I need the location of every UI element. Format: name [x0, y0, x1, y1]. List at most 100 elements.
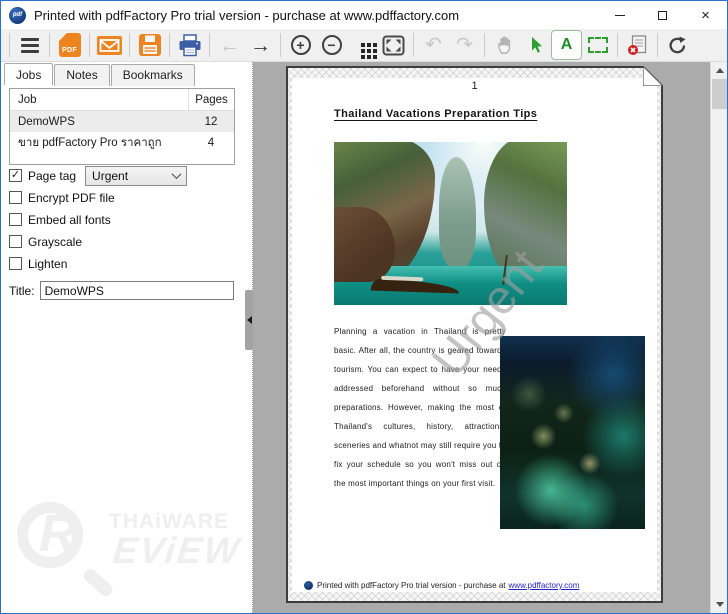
region-select-button[interactable] [582, 30, 613, 60]
zoom-out-button[interactable]: − [316, 30, 347, 60]
option-encrypt[interactable]: Encrypt PDF file [9, 190, 239, 205]
close-button[interactable]: × [684, 1, 727, 29]
option-embed-fonts[interactable]: Embed all fonts [9, 212, 239, 227]
redo-button[interactable]: ↷ [449, 30, 480, 60]
option-lighten[interactable]: Lighten [9, 256, 239, 271]
menu-button[interactable] [14, 30, 45, 60]
grayscale-checkbox[interactable] [9, 235, 22, 248]
footer-link[interactable]: www.pdffactory.com [509, 581, 580, 590]
dropdown-value: Urgent [92, 169, 173, 183]
toolbar-separator [209, 33, 210, 57]
option-page-tag[interactable]: ✓ Page tag Urgent [9, 168, 239, 183]
tab-jobs[interactable]: Jobs [4, 63, 53, 85]
splitter[interactable] [245, 62, 253, 613]
scroll-down-button[interactable] [711, 596, 728, 613]
save-button[interactable] [134, 30, 165, 60]
pdffactory-logo-icon [304, 581, 313, 590]
scrollbar-thumb[interactable] [712, 79, 727, 109]
title-field-row: Title: [9, 281, 234, 300]
toolbar-separator [169, 33, 170, 57]
refresh-button[interactable] [662, 30, 693, 60]
pdffactory-logo-icon: pdf [9, 7, 26, 24]
check-icon: ✓ [11, 170, 20, 181]
text-tool-icon: A [561, 37, 573, 53]
delete-page-button[interactable] [622, 30, 653, 60]
region-select-icon [588, 37, 608, 53]
print-icon [178, 34, 202, 57]
window-title: Printed with pdfFactory Pro trial versio… [34, 8, 598, 23]
fit-page-icon [382, 35, 405, 56]
toolbar-separator [9, 33, 10, 57]
page-printable-area: 1 Thailand Vacations Preparation Tips Pl… [292, 78, 657, 592]
watermark-text: EViEW [111, 530, 243, 572]
vertical-scrollbar[interactable] [710, 62, 727, 613]
encrypt-checkbox[interactable] [9, 191, 22, 204]
maximize-button[interactable] [641, 1, 684, 29]
job-pages: 12 [188, 111, 234, 132]
toolbar-separator [129, 33, 130, 57]
job-name: DemoWPS [10, 116, 188, 128]
lighten-checkbox[interactable] [9, 257, 22, 270]
embed-fonts-checkbox[interactable] [9, 213, 22, 226]
page-tag-dropdown[interactable]: Urgent [85, 166, 187, 186]
thumbnails-button[interactable] [347, 30, 378, 60]
tab-notes[interactable]: Notes [54, 64, 109, 86]
column-header-job[interactable]: Job [10, 94, 188, 106]
option-label: Embed all fonts [28, 213, 111, 227]
thumbnails-grid-icon [361, 43, 365, 47]
sidebar: Jobs Notes Bookmarks Job Pages DemoWPS 1… [1, 62, 245, 613]
pdf-options: ✓ Page tag Urgent Encrypt PDF file Embed… [9, 168, 239, 278]
toolbar-separator [617, 33, 618, 57]
zoom-in-button[interactable]: + [285, 30, 316, 60]
toolbar-separator [413, 33, 414, 57]
zoom-in-icon: + [291, 35, 311, 55]
arrow-up-icon [716, 68, 724, 73]
sidebar-tabs: Jobs Notes Bookmarks [1, 62, 245, 86]
title-input[interactable] [40, 281, 234, 300]
jobs-table-header[interactable]: Job Pages [10, 89, 234, 111]
save-icon [139, 34, 161, 56]
text-tool-button[interactable]: A [551, 30, 582, 60]
table-row[interactable]: ขาย pdfFactory Pro ราคาถูก 4 [10, 132, 234, 153]
table-row[interactable]: DemoWPS 12 [10, 111, 234, 132]
email-icon [97, 36, 122, 55]
beach-photo [334, 142, 567, 305]
toolbar-separator [484, 33, 485, 57]
job-name: ขาย pdfFactory Pro ราคาถูก [10, 134, 188, 152]
save-pdf-icon: PDF [59, 33, 81, 57]
tab-bookmarks[interactable]: Bookmarks [111, 64, 195, 86]
select-tool-button[interactable] [520, 30, 551, 60]
option-grayscale[interactable]: Grayscale [9, 234, 239, 249]
maximize-icon [658, 11, 667, 20]
watermark-letter: R [39, 508, 77, 560]
pdf-page: 1 Thailand Vacations Preparation Tips Pl… [286, 66, 663, 603]
magnifier-handle [81, 566, 115, 598]
select-tool-icon [529, 36, 543, 55]
title-field-label: Title: [9, 284, 35, 298]
undo-button[interactable]: ↶ [418, 30, 449, 60]
print-button[interactable] [174, 30, 205, 60]
email-button[interactable] [94, 30, 125, 60]
splitter-collapse-handle[interactable] [245, 290, 253, 350]
document-paragraph: Planning a vacation in Thailand is prett… [334, 322, 506, 493]
collapse-left-icon [247, 316, 252, 324]
toolbar-separator [89, 33, 90, 57]
back-button[interactable]: ← [214, 30, 245, 60]
delete-page-icon [627, 35, 648, 56]
hand-tool-icon [495, 35, 514, 55]
hand-tool-button[interactable] [489, 30, 520, 60]
column-header-pages[interactable]: Pages [188, 89, 234, 110]
forward-button[interactable]: → [245, 30, 276, 60]
thaiware-review-watermark: R THAiWARE EViEW [5, 490, 245, 610]
minimize-button[interactable] [598, 1, 641, 29]
page-tag-checkbox[interactable]: ✓ [9, 169, 22, 182]
fit-page-button[interactable] [378, 30, 409, 60]
page-number: 1 [292, 80, 657, 92]
save-pdf-button[interactable]: PDF [54, 30, 85, 60]
close-icon: × [701, 8, 710, 23]
toolbar-separator [657, 33, 658, 57]
job-pages: 4 [188, 132, 234, 153]
redo-icon: ↷ [456, 35, 473, 55]
toolbar-separator [49, 33, 50, 57]
scroll-up-button[interactable] [711, 62, 728, 79]
